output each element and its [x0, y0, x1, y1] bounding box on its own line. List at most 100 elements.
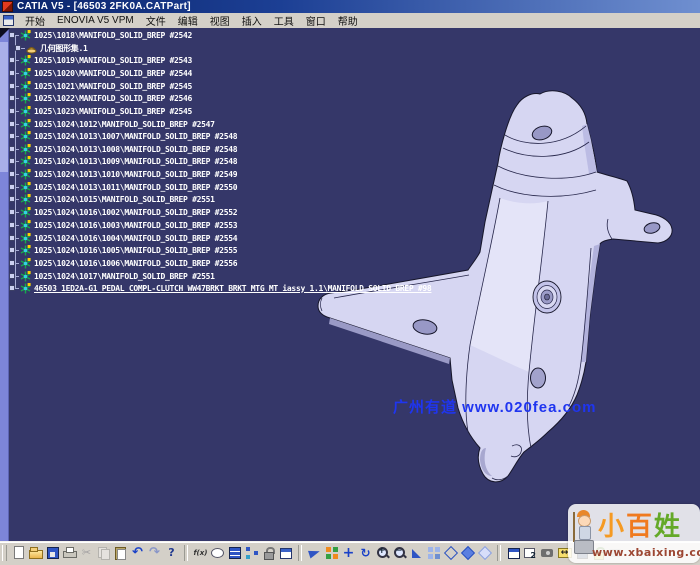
normal-view-icon[interactable]: [409, 545, 424, 560]
3d-viewport[interactable]: 1025\1018\MANIFOLD_SOLID_BREP #2542 几何图形…: [0, 28, 700, 541]
tree-branch[interactable]: [12, 161, 19, 162]
menu-start[interactable]: 开始: [19, 12, 51, 29]
solid-brep-icon: [20, 55, 31, 66]
menu-window[interactable]: 窗口: [300, 12, 332, 29]
save-icon[interactable]: [45, 545, 60, 560]
menu-file[interactable]: 文件: [140, 12, 172, 29]
menu-tools[interactable]: 工具: [268, 12, 300, 29]
print-icon[interactable]: [62, 545, 77, 560]
tree-branch[interactable]: [12, 60, 19, 61]
tree-branch[interactable]: [12, 124, 19, 125]
tree-item[interactable]: 1025\1024\1016\1003\MANIFOLD_SOLID_BREP …: [12, 219, 237, 231]
menu-view[interactable]: 视图: [204, 12, 236, 29]
tree-branch[interactable]: [12, 238, 19, 239]
tree-branch[interactable]: [12, 199, 19, 200]
pan-icon[interactable]: +: [341, 545, 356, 560]
wireframe-view-icon[interactable]: [477, 545, 492, 560]
tree-item[interactable]: 1025\1023\MANIFOLD_SOLID_BREP #2545: [12, 105, 192, 117]
structure-tree-icon[interactable]: [244, 545, 259, 560]
open-file-icon[interactable]: [28, 545, 43, 560]
tree-item[interactable]: 1025\1024\1015\MANIFOLD_SOLID_BREP #2551: [12, 193, 215, 205]
tree-branch[interactable]: [12, 111, 19, 112]
tree-item[interactable]: 1025\1020\MANIFOLD_SOLID_BREP #2544: [12, 67, 192, 79]
menu-edit[interactable]: 编辑: [172, 12, 204, 29]
menu-enovia[interactable]: ENOVIA V5 VPM: [51, 14, 140, 27]
fit-all-in-icon[interactable]: [324, 545, 339, 560]
camera-icon[interactable]: [540, 545, 555, 560]
tree-item-label: 1025\1024\1016\1006\MANIFOLD_SOLID_BREP …: [34, 259, 237, 268]
new-window-icon[interactable]: [278, 545, 293, 560]
tree-branch[interactable]: [12, 98, 19, 99]
tree-item[interactable]: 1025\1024\1013\1007\MANIFOLD_SOLID_BREP …: [12, 130, 237, 142]
redo-icon[interactable]: ↷: [147, 545, 162, 560]
tree-item[interactable]: 1025\1022\MANIFOLD_SOLID_BREP #2546: [12, 92, 192, 104]
tree-item[interactable]: 1025\1024\1013\1009\MANIFOLD_SOLID_BREP …: [12, 155, 237, 167]
tree-item-label: 1025\1021\MANIFOLD_SOLID_BREP #2545: [34, 82, 192, 91]
formula-fx-icon[interactable]: f(x): [193, 545, 208, 560]
tree-item-label: 1025\1024\1016\1005\MANIFOLD_SOLID_BREP …: [34, 246, 237, 255]
tree-branch[interactable]: [12, 225, 19, 226]
tree-branch[interactable]: [12, 149, 19, 150]
solid-brep-icon: [20, 283, 31, 294]
paste-icon[interactable]: [113, 545, 128, 560]
tree-branch[interactable]: [12, 212, 19, 213]
tree-item[interactable]: 1025\1024\1017\MANIFOLD_SOLID_BREP #2551: [12, 270, 215, 282]
new-document-icon[interactable]: [11, 545, 26, 560]
tree-branch[interactable]: [12, 73, 19, 74]
tree-branch[interactable]: [18, 48, 25, 49]
chat-bubble-icon[interactable]: [210, 545, 225, 560]
shaded-view-icon[interactable]: [460, 545, 475, 560]
toolbar-separator: [184, 545, 188, 561]
tree-item[interactable]: 1025\1024\1016\1006\MANIFOLD_SOLID_BREP …: [12, 257, 237, 269]
tree-branch[interactable]: [12, 174, 19, 175]
tree-branch[interactable]: [12, 187, 19, 188]
tree-branch[interactable]: [12, 263, 19, 264]
tree-item[interactable]: 1025\1024\1012\MANIFOLD_SOLID_BREP #2547: [12, 118, 215, 130]
fly-mode-icon[interactable]: [307, 545, 322, 560]
whats-this-help-icon[interactable]: ?: [164, 545, 179, 560]
zoom-out-icon[interactable]: −: [392, 545, 407, 560]
tree-item[interactable]: 1025\1018\MANIFOLD_SOLID_BREP #2542: [12, 29, 192, 41]
document-icon[interactable]: [3, 15, 14, 26]
tree-branch[interactable]: [12, 136, 19, 137]
solid-brep-icon: [20, 119, 31, 130]
tree-branch[interactable]: [12, 276, 19, 277]
tree-item[interactable]: 1025\1024\1016\1004\MANIFOLD_SOLID_BREP …: [12, 232, 237, 244]
solid-brep-icon: [20, 156, 31, 167]
tree-item[interactable]: 1025\1024\1013\1008\MANIFOLD_SOLID_BREP …: [12, 143, 237, 155]
window-view-icon[interactable]: [506, 545, 521, 560]
tree-item[interactable]: 1025\1024\1016\1002\MANIFOLD_SOLID_BREP …: [12, 206, 237, 218]
menu-help[interactable]: 帮助: [332, 12, 364, 29]
zoom-in-icon[interactable]: +: [375, 545, 390, 560]
undo-icon[interactable]: ↶: [130, 545, 145, 560]
tree-branch[interactable]: [12, 250, 19, 251]
solid-brep-icon: [20, 220, 31, 231]
tree-item[interactable]: 1025\1024\1016\1005\MANIFOLD_SOLID_BREP …: [12, 244, 237, 256]
geometric-set-icon: [26, 43, 37, 54]
toolbar-drag-handle[interactable]: [2, 545, 7, 561]
solid-brep-icon: [20, 194, 31, 205]
quick-view-icon[interactable]: [426, 545, 441, 560]
toolbar-separator: [497, 545, 501, 561]
menu-insert[interactable]: 插入: [236, 12, 268, 29]
calculator-grid-icon[interactable]: [227, 545, 242, 560]
tree-item[interactable]: 1025\1019\MANIFOLD_SOLID_BREP #2543: [12, 54, 192, 66]
secondary-window-icon[interactable]: 2: [523, 545, 538, 560]
brand-name: 小百姓: [598, 506, 682, 543]
tree-branch[interactable]: [12, 35, 19, 36]
tree-item[interactable]: 几何图形集.1: [18, 42, 88, 54]
tree-branch[interactable]: [12, 86, 19, 87]
tree-item-label: 1025\1024\1016\1003\MANIFOLD_SOLID_BREP …: [34, 221, 237, 230]
lock-gray-icon[interactable]: [261, 545, 276, 560]
tree-item[interactable]: 1025\1024\1013\1011\MANIFOLD_SOLID_BREP …: [12, 181, 237, 193]
copy-icon[interactable]: [96, 545, 111, 560]
tree-item[interactable]: 1025\1024\1013\1010\MANIFOLD_SOLID_BREP …: [12, 168, 237, 180]
cut-icon[interactable]: ✂: [79, 545, 94, 560]
tree-item[interactable]: 1025\1021\MANIFOLD_SOLID_BREP #2545: [12, 80, 192, 92]
tree-item-label: 46503 1ED2A-G1 PEDAL COMPL-CLUTCH WW47BR…: [34, 284, 431, 293]
rotate-view-icon[interactable]: ↻: [358, 545, 373, 560]
tree-item-selected[interactable]: 46503 1ED2A-G1 PEDAL COMPL-CLUTCH WW47BR…: [12, 282, 431, 294]
window-title: CATIA V5 - [46503 2FK0A.CATPart]: [17, 1, 191, 12]
isometric-view-icon[interactable]: [443, 545, 458, 560]
tree-branch[interactable]: [12, 288, 19, 289]
